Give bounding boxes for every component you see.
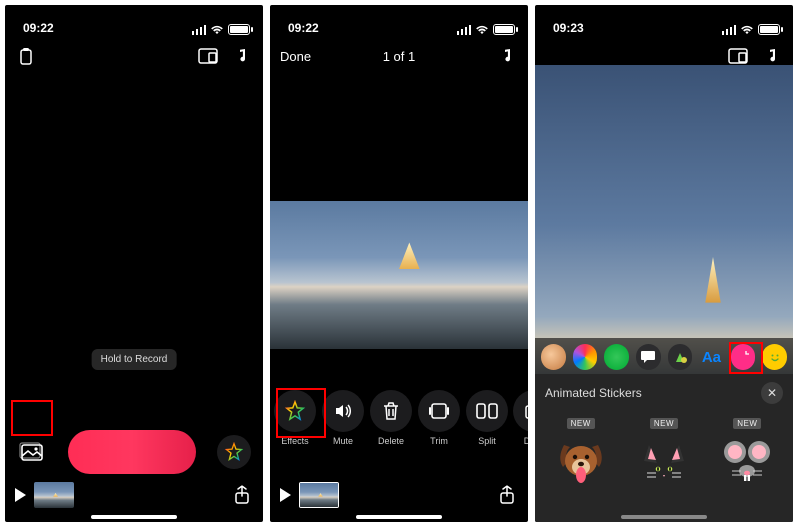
cellular-icon (722, 25, 737, 35)
top-bar (5, 39, 263, 73)
new-badge: NEW (650, 418, 678, 429)
done-button[interactable]: Done (280, 49, 311, 64)
tool-label: Mute (333, 436, 353, 446)
share-icon[interactable] (496, 484, 518, 506)
aspect-ratio-icon[interactable] (197, 45, 219, 67)
clip-counter: 1 of 1 (383, 49, 416, 64)
screen-stickers: 09:23 88 Aa (535, 5, 793, 522)
hold-to-record-tooltip: Hold to Record (92, 349, 177, 370)
close-button[interactable]: ✕ (761, 382, 783, 404)
fx-text[interactable]: Aa (699, 344, 724, 370)
timeline-tray (270, 478, 528, 512)
cellular-icon (192, 25, 207, 35)
projects-icon[interactable] (15, 45, 37, 67)
battery-icon: 88 (758, 24, 783, 35)
wifi-icon (475, 25, 489, 35)
timeline-tray (5, 478, 263, 512)
fx-emoji[interactable] (762, 344, 787, 370)
fx-memoji[interactable] (541, 344, 566, 370)
clip-thumbnail[interactable] (299, 482, 339, 508)
tool-label: Trim (430, 436, 448, 446)
home-indicator (91, 515, 177, 519)
tool-mute[interactable]: Mute (322, 390, 364, 446)
tool-duplicate[interactable]: Dupli (514, 390, 528, 446)
cellular-icon (457, 25, 472, 35)
status-bar: 09:23 88 (535, 5, 793, 39)
highlight-box (11, 400, 53, 436)
top-bar: Done 1 of 1 (270, 39, 528, 73)
highlight-box (276, 388, 326, 438)
tool-label: Dupli (524, 436, 528, 446)
music-icon[interactable] (496, 45, 518, 67)
sticker-dog[interactable]: NEW (549, 418, 612, 487)
tool-trim[interactable]: Trim (418, 390, 460, 446)
tool-label: Split (478, 436, 496, 446)
record-button[interactable] (68, 430, 196, 474)
fx-shapes[interactable] (668, 344, 693, 370)
wifi-icon (210, 25, 224, 35)
panel-title: Animated Stickers (545, 386, 642, 400)
clip-preview[interactable] (270, 201, 528, 349)
status-time: 09:22 (23, 21, 54, 35)
fx-text-bubble[interactable] (636, 344, 661, 370)
sticker-cat[interactable]: NEW (632, 418, 695, 487)
battery-icon: 88 (493, 24, 518, 35)
screen-record: 09:22 88 (5, 5, 263, 522)
play-button[interactable] (15, 488, 26, 502)
fx-filters[interactable] (573, 344, 598, 370)
battery-icon: 88 (228, 24, 253, 35)
highlight-box (729, 342, 763, 374)
status-time: 09:22 (288, 21, 319, 35)
play-button[interactable] (280, 488, 291, 502)
home-indicator (621, 515, 707, 519)
tool-delete[interactable]: Delete (370, 390, 412, 446)
sticker-image (637, 433, 691, 487)
share-icon[interactable] (231, 484, 253, 506)
stickers-panel: Animated Stickers ✕ NEW (535, 374, 793, 522)
aspect-ratio-icon[interactable] (727, 45, 749, 67)
sticker-image (720, 433, 774, 487)
new-badge: NEW (733, 418, 761, 429)
wifi-icon (740, 25, 754, 35)
fx-live[interactable] (604, 344, 629, 370)
sticker-image (554, 433, 608, 487)
music-icon[interactable] (231, 45, 253, 67)
record-controls (5, 430, 263, 474)
tool-split[interactable]: Split (466, 390, 508, 446)
music-icon[interactable] (761, 45, 783, 67)
new-badge: NEW (567, 418, 595, 429)
status-time: 09:23 (553, 21, 584, 35)
status-bar: 09:22 88 (270, 5, 528, 39)
clip-thumbnail[interactable] (34, 482, 74, 508)
screen-edit: 09:22 88 Done 1 of 1 Effects Mute (270, 5, 528, 522)
sticker-mouse[interactable]: NEW (716, 418, 779, 487)
photo-library-button[interactable] (17, 440, 47, 464)
effects-button[interactable] (217, 435, 251, 469)
home-indicator (356, 515, 442, 519)
status-bar: 09:22 88 (5, 5, 263, 39)
tool-label: Delete (378, 436, 404, 446)
